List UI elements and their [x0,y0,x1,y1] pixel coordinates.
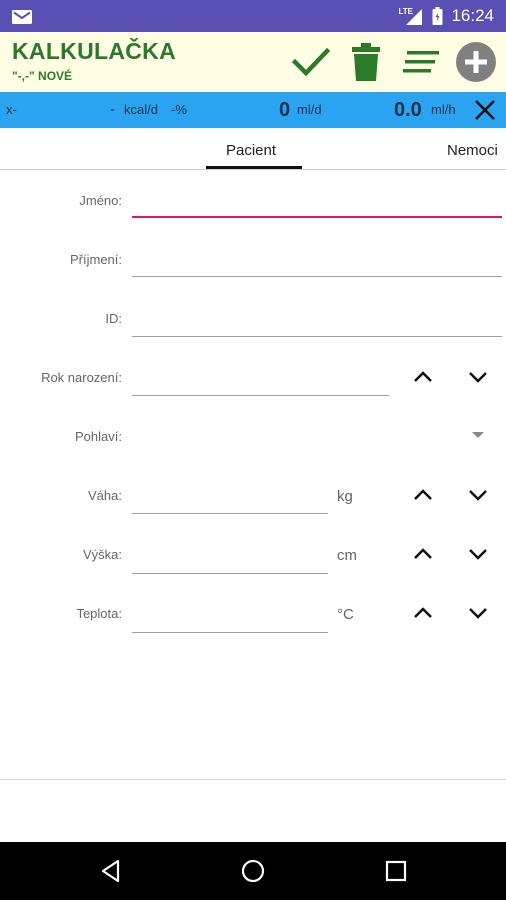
rate-unit: ml/h [431,102,456,117]
confirm-button[interactable] [288,32,334,92]
rate-value: 0.0 [394,99,422,121]
name-label: Jméno: [79,193,122,208]
chevron-up-icon [414,548,432,559]
kcal-unit: kcal/d [124,102,158,117]
add-button[interactable] [452,32,500,92]
summary-bar: x- - kcal/d -% 0 ml/d 0.0 ml/h [0,92,506,128]
birth-year-field[interactable] [132,356,389,396]
mail-icon [12,10,32,24]
add-circle-icon [456,42,496,82]
sort-icon [403,51,439,73]
id-field[interactable] [132,297,502,337]
temperature-unit: °C [337,606,354,623]
battery-icon [432,7,443,25]
trash-icon [352,43,380,81]
chevron-down-icon [469,490,487,501]
chevron-down-icon [469,549,487,560]
app-bar: KALKULAČKA "-,-" NOVÉ [0,32,506,92]
screen: LTE 16:24 KALKULAČKA "-,-" NOVÉ x- - kca… [0,0,506,900]
volume-unit: ml/d [297,102,322,117]
temperature-increment-button[interactable] [408,598,438,628]
id-label: ID: [105,311,122,326]
tab-bar: Pacient Nemoci [0,130,506,170]
chevron-up-icon [414,371,432,382]
delete-button[interactable] [344,32,388,92]
check-icon [292,47,330,77]
birth-year-label: Rok narození: [41,370,122,385]
birth-year-decrement-button[interactable] [463,362,493,392]
status-bar: LTE 16:24 [0,0,506,32]
back-icon[interactable] [94,854,128,888]
app-title: KALKULAČKA [12,38,176,64]
height-decrement-button[interactable] [463,539,493,569]
surname-label: Příjmení: [69,252,122,267]
chevron-down-icon [469,372,487,383]
height-field[interactable] [132,534,328,574]
kcal-value: - [110,101,115,118]
name-field[interactable] [132,178,502,218]
temperature-field[interactable] [132,593,328,633]
surname-field[interactable] [132,237,502,277]
chevron-down-icon [469,608,487,619]
active-tab-indicator [206,166,302,169]
percent-value: -% [171,102,187,117]
dropdown-arrow-icon[interactable] [472,432,484,438]
tab-nemoci[interactable]: Nemoci [447,130,498,170]
weight-unit: kg [337,488,353,505]
weight-field[interactable] [132,474,328,514]
temperature-decrement-button[interactable] [463,598,493,628]
tab-pacient[interactable]: Pacient [226,130,276,170]
sort-button[interactable] [398,32,444,92]
weight-increment-button[interactable] [408,480,438,510]
app-subtitle: "-,-" NOVÉ [12,69,73,83]
weight-decrement-button[interactable] [463,480,493,510]
chevron-up-icon [414,607,432,618]
recents-icon[interactable] [379,854,413,888]
weight-label: Váha: [88,488,122,503]
birth-year-increment-button[interactable] [408,362,438,392]
temperature-label: Teplota: [76,606,122,621]
home-icon[interactable] [236,854,270,888]
gender-select[interactable] [132,418,502,454]
height-label: Výška: [82,547,122,562]
height-unit: cm [337,547,357,564]
clock: 16:24 [451,6,494,25]
height-increment-button[interactable] [408,539,438,569]
chevron-up-icon [414,489,432,500]
volume-value: 0 [279,99,291,121]
navigation-bar [0,842,506,900]
close-icon[interactable] [474,99,496,121]
gender-label: Pohlaví: [75,429,122,444]
signal-icon: LTE [398,0,424,32]
x-indicator: x- [6,102,17,117]
bottom-divider [0,779,506,780]
